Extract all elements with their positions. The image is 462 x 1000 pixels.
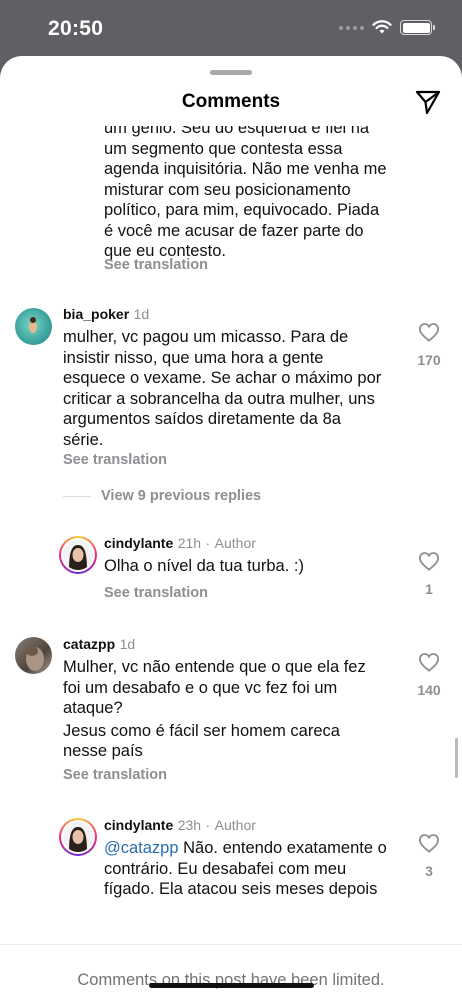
avatar[interactable] <box>15 637 52 674</box>
like-count: 1 <box>425 581 433 597</box>
avatar[interactable] <box>15 308 52 345</box>
comment-header: bia_poker 1d <box>63 306 149 324</box>
comment-header: cindylante 23h · Author <box>104 817 256 835</box>
comment-header: catazpp 1d <box>63 636 135 654</box>
scrollbar[interactable] <box>455 738 458 778</box>
see-translation-link[interactable]: See translation <box>63 452 167 468</box>
meta-separator: · <box>205 535 211 551</box>
comment-line: Jesus como é fácil ser homem careca <box>63 721 340 740</box>
comment-line: insistir nisso, que uma hora a gente <box>63 348 324 367</box>
comment-line: político, para mim, equivocado. Piada <box>104 201 380 219</box>
comments-list[interactable]: um gênio. Seu do esquerda é fiel na um s… <box>0 126 462 944</box>
comment-line: @catazpp Não. entendo exatamente o <box>104 838 414 859</box>
comment-line: é você me acusar de fazer parte do <box>104 221 364 240</box>
comment-line: foi um desabafo e o que vc fez foi um <box>63 678 338 697</box>
sheet-grabber[interactable] <box>210 70 252 75</box>
wifi-icon <box>372 20 392 34</box>
comment-line: um gênio. Seu do esquerda é fiel na <box>104 126 370 137</box>
comment-line: um segmento que contesta essa <box>104 139 343 158</box>
comments-footer: Comments on this post have been limited. <box>0 944 462 1000</box>
home-indicator[interactable] <box>149 983 314 988</box>
comment-text: @catazpp Não. entendo exatamente o contr… <box>104 838 414 900</box>
comment-line: criticar a sobrancelha da outra mulher, … <box>63 389 375 408</box>
heart-outline-icon[interactable] <box>418 551 440 571</box>
comment-time: 1d <box>133 306 150 322</box>
comment-line: esquece o vexame. Se achar o máximo por <box>63 369 382 387</box>
status-bar: 20:50 <box>0 0 462 58</box>
comment-header: cindylante 21h · Author <box>104 535 256 553</box>
replies-divider <box>63 496 91 497</box>
comment-line: agenda inquisitória. Não me venha me <box>104 160 387 178</box>
view-previous-replies-button[interactable]: View 9 previous replies <box>101 488 261 504</box>
avatar-story-ring[interactable] <box>59 818 97 856</box>
comment-line: nesse país <box>63 742 143 760</box>
comment-time: 21h <box>177 535 202 551</box>
comment-line: ataque? <box>63 699 123 717</box>
author-badge: Author <box>214 535 256 551</box>
see-translation-link[interactable]: See translation <box>104 257 208 273</box>
see-translation-link[interactable]: See translation <box>104 585 208 601</box>
comment-line: argumentos saídos diretamente da 8a <box>63 410 341 428</box>
comment-line: misturar com seu posicionamento <box>104 180 351 199</box>
comment-time: 23h <box>177 817 202 833</box>
comments-sheet: Comments um gênio. Seu do esquerda é fie… <box>0 56 462 1000</box>
like-count: 140 <box>417 682 441 698</box>
comment-line: fígado. Ela atacou seis meses depois <box>104 880 378 898</box>
meta-separator: · <box>205 817 211 833</box>
comment-line-rest: Não. entendo exatamente o <box>178 839 387 857</box>
comment-text: Olha o nível da tua turba. :) <box>104 557 304 575</box>
comment-username[interactable]: catazpp <box>63 636 115 652</box>
heart-outline-icon[interactable] <box>418 322 440 342</box>
comment-line: contrário. Eu desabafei com meu <box>104 859 347 878</box>
sheet-title: Comments <box>181 91 281 112</box>
avatar <box>63 822 93 852</box>
comment-text-truncated: um gênio. Seu do esquerda é fiel na um s… <box>104 126 424 262</box>
see-translation-link[interactable]: See translation <box>63 767 167 783</box>
heart-outline-icon[interactable] <box>418 652 440 672</box>
comment-line: mulher, vc pagou um micasso. Para de <box>63 328 349 346</box>
signal-icon <box>339 25 364 30</box>
status-time: 20:50 <box>48 17 104 40</box>
comment-text: Mulher, vc não entende que o que ela fez… <box>63 657 403 762</box>
paper-plane-icon[interactable] <box>414 88 442 116</box>
comment-line: Mulher, vc não entende que o que ela fez <box>63 658 366 676</box>
comment-line: série. <box>63 430 104 449</box>
comment-username[interactable]: bia_poker <box>63 306 129 322</box>
mention-link[interactable]: @catazpp <box>104 839 179 857</box>
like-count: 3 <box>425 863 433 879</box>
battery-icon <box>400 20 435 35</box>
comment-text: mulher, vc pagou um micasso. Para de ins… <box>63 327 403 450</box>
avatar-story-ring[interactable] <box>59 536 97 574</box>
comment-username[interactable]: cindylante <box>104 535 173 551</box>
comment-username[interactable]: cindylante <box>104 817 173 833</box>
like-count: 170 <box>417 352 441 368</box>
comment-time: 1d <box>119 636 136 652</box>
author-badge: Author <box>214 817 256 833</box>
avatar <box>63 540 93 570</box>
heart-outline-icon[interactable] <box>418 833 440 853</box>
status-icons <box>339 20 435 35</box>
